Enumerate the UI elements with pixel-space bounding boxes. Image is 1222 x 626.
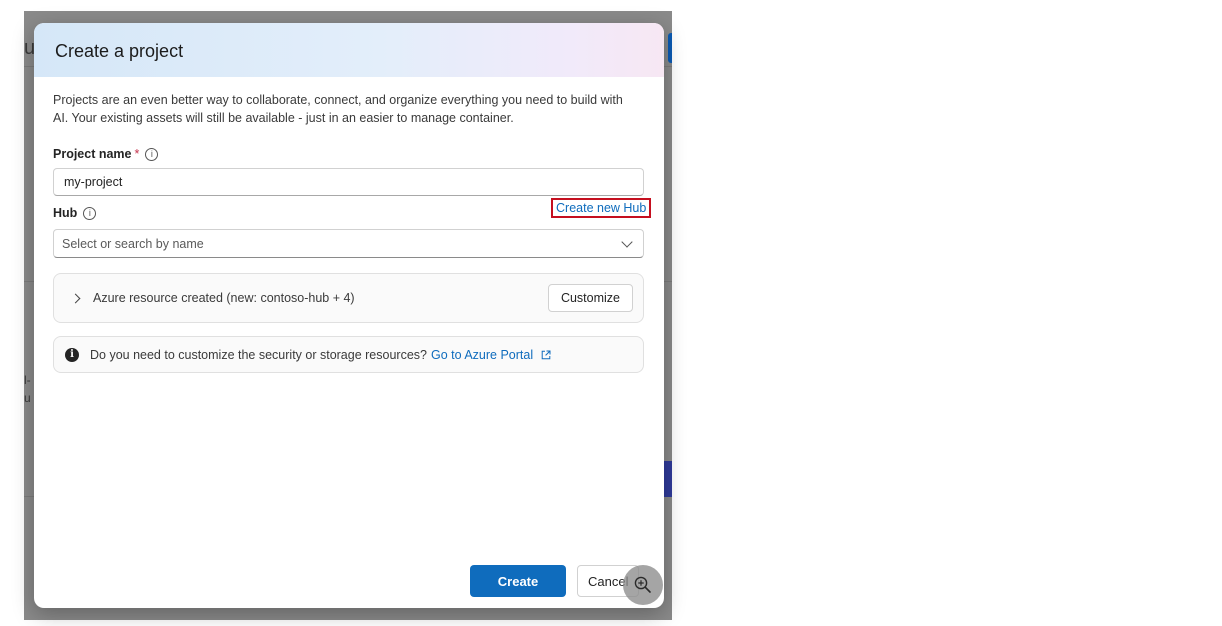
dialog-title: Create a project [55,41,184,61]
chevron-down-icon [621,235,633,248]
info-icon[interactable]: i [145,147,159,161]
hub-label-text: Hub [53,206,78,220]
project-name-label-text: Project name [53,147,132,161]
customize-notice: i Do you need to customize the security … [53,336,644,373]
background-text-fragment: l- [24,373,31,387]
create-project-dialog: Create a project Projects are an even be… [34,23,664,608]
hub-select-placeholder: Select or search by name [62,236,204,251]
external-link-icon [541,350,551,359]
dialog-footer: Create Cancel [470,565,639,597]
project-name-label: Project name * i [53,147,644,161]
notice-text: Do you need to customize the security or… [90,347,427,362]
dialog-description: Projects are an even better way to colla… [53,93,623,125]
azure-portal-link[interactable]: Go to Azure Portal [431,348,551,362]
background-button-edge [668,33,672,63]
info-filled-icon: i [65,347,79,362]
background-text-fragment: u [24,391,31,405]
zoom-in-button[interactable] [623,565,663,605]
hub-row: Hub i Create new Hub [53,198,652,228]
hub-select[interactable]: Select or search by name [53,229,644,258]
chevron-right-icon[interactable] [70,293,81,303]
azure-resources-panel: Azure resource created (new: contoso-hub… [53,273,644,323]
create-new-hub-link[interactable]: Create new Hub [551,198,652,218]
required-asterisk: * [134,147,140,161]
zoom-in-icon [634,576,651,593]
hub-label: Hub i [53,206,97,220]
customize-button[interactable]: Customize [547,284,633,312]
project-name-input[interactable] [53,168,644,196]
dialog-header: Create a project [34,23,664,77]
dialog-body: Projects are an even better way to colla… [34,77,664,373]
resources-summary: Azure resource created (new: contoso-hub… [93,291,355,305]
background-image-edge [664,461,672,497]
azure-portal-link-text: Go to Azure Portal [430,347,534,362]
create-button[interactable]: Create [470,565,566,597]
info-icon[interactable]: i [83,206,97,220]
